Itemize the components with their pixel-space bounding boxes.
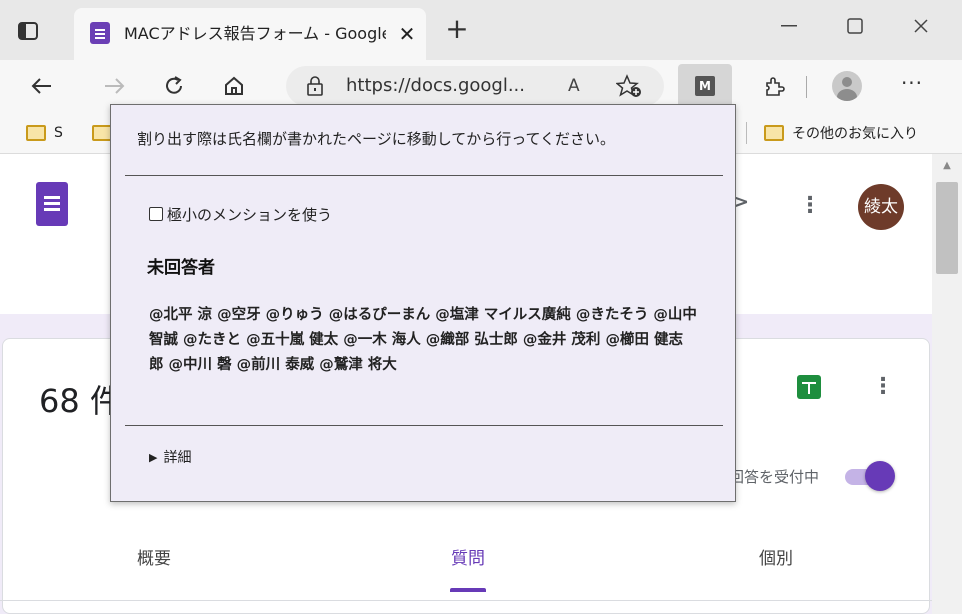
home-button[interactable] xyxy=(216,68,252,104)
forward-button[interactable] xyxy=(96,68,132,104)
details-toggle[interactable]: ▶ 詳細 xyxy=(149,445,191,469)
bookmark-folder-s[interactable]: S xyxy=(26,122,63,144)
maximize-button[interactable] xyxy=(830,8,880,44)
bookmark-label: S xyxy=(54,125,63,141)
tab-questions[interactable]: 質問 xyxy=(451,547,485,571)
title-bar: MACアドレス報告フォーム - Google ✕ + xyxy=(0,0,962,60)
other-favorites-label: その他のお気に入り xyxy=(792,126,918,142)
unanswered-mentions[interactable]: @北平 涼 @空牙 @りゅう @はるぴーまん @塩津 マイルス廣純 @きたそう … xyxy=(149,303,697,383)
accepting-toggle[interactable] xyxy=(865,461,895,491)
forms-logo-icon[interactable] xyxy=(36,182,68,226)
extension-m-icon: M xyxy=(695,76,715,96)
popup-instruction: 割り出す際は氏名欄が書かれたページに移動してから行ってください。 xyxy=(137,130,616,148)
lock-icon[interactable] xyxy=(304,75,326,97)
address-bar[interactable]: https://docs.googl... A xyxy=(286,66,664,106)
accepting-responses-label: 回答を受付中 xyxy=(729,468,820,486)
browser-tab[interactable]: MACアドレス報告フォーム - Google ✕ xyxy=(74,8,426,60)
tab-title: MACアドレス報告フォーム - Google xyxy=(124,24,386,43)
folder-icon xyxy=(92,125,112,141)
add-favorite-icon[interactable] xyxy=(615,74,644,98)
page-scrollbar[interactable]: ▲ xyxy=(932,154,962,614)
tiny-mention-option[interactable]: 極小のメンションを使う xyxy=(149,203,332,225)
scroll-up-arrow-icon[interactable]: ▲ xyxy=(940,160,954,171)
folder-icon xyxy=(764,125,784,141)
scroll-thumb[interactable] xyxy=(936,182,958,274)
popup-divider xyxy=(125,175,723,176)
toolbar-divider xyxy=(806,76,807,98)
profile-avatar-icon[interactable] xyxy=(832,71,862,101)
tab-individual[interactable]: 個別 xyxy=(759,547,793,571)
popup-divider xyxy=(125,425,723,426)
reload-button[interactable] xyxy=(156,68,192,104)
tab-summary[interactable]: 概要 xyxy=(137,547,171,571)
disclosure-triangle-icon: ▶ xyxy=(149,450,158,464)
back-button[interactable] xyxy=(24,68,60,104)
bookmarks-divider xyxy=(746,122,747,144)
close-window-button[interactable] xyxy=(896,8,946,44)
details-label: 詳細 xyxy=(163,450,192,466)
minimize-button[interactable] xyxy=(764,8,814,44)
tabs-divider xyxy=(0,600,932,601)
tiny-mention-checkbox[interactable] xyxy=(149,207,163,221)
responses-more-icon[interactable]: ⋮ xyxy=(871,371,895,403)
more-options-button[interactable]: ··· xyxy=(894,68,930,104)
url-text[interactable]: https://docs.googl... xyxy=(346,74,546,98)
tab-actions-icon[interactable] xyxy=(14,17,42,45)
sheets-icon[interactable] xyxy=(797,375,821,399)
other-favorites-folder[interactable]: その他のお気に入り xyxy=(764,122,918,144)
unanswered-heading: 未回答者 xyxy=(147,258,215,278)
active-tab-indicator xyxy=(450,588,486,592)
response-count: 68 件 xyxy=(39,382,122,420)
extensions-puzzle-icon[interactable] xyxy=(756,68,792,104)
read-aloud-icon[interactable]: A xyxy=(568,74,594,98)
new-tab-button[interactable]: + xyxy=(442,14,472,44)
tiny-mention-label[interactable]: 極小のメンションを使う xyxy=(167,204,332,225)
tab-close-icon[interactable]: ✕ xyxy=(396,22,418,46)
folder-icon xyxy=(26,125,46,141)
forms-favicon-icon xyxy=(90,22,110,44)
header-more-icon[interactable]: ⋮ xyxy=(796,188,824,224)
extension-popup: 割り出す際は氏名欄が書かれたページに移動してから行ってください。 極小のメンショ… xyxy=(110,104,736,502)
extension-m-button[interactable]: M xyxy=(678,64,732,108)
user-avatar[interactable]: 綾太 xyxy=(858,184,904,230)
